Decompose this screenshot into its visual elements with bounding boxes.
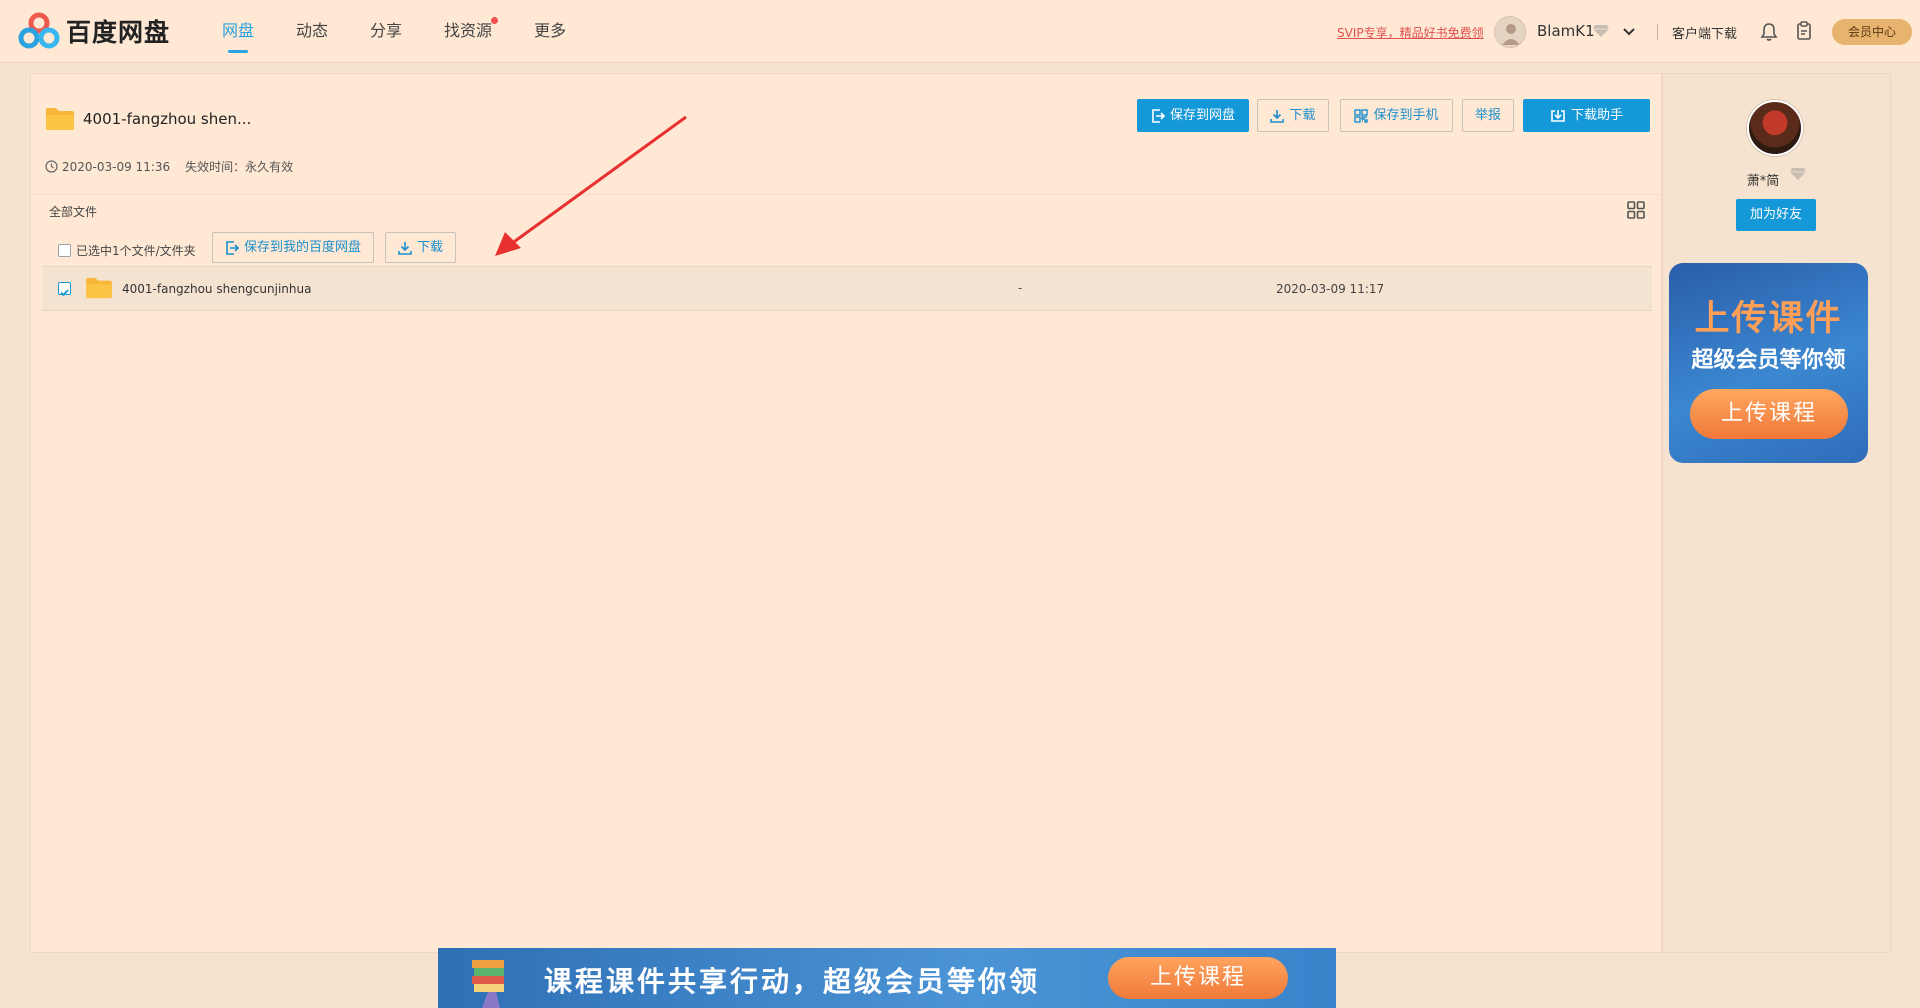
member-center-button[interactable]: 会员中心 [1832, 19, 1912, 45]
check-icon [60, 289, 69, 297]
ad-title: 上传课件 [1694, 299, 1843, 339]
notification-dot [491, 17, 499, 24]
select-all-checkbox[interactable]: 已选中1个文件/文件夹 [58, 242, 196, 259]
save-to-pan-button[interactable]: 保存到网盘 [1137, 99, 1249, 132]
save-icon [226, 240, 239, 255]
diamond-icon [1790, 168, 1806, 180]
nav-item-feed[interactable]: 动态 [296, 0, 328, 63]
qr-code-icon [1354, 108, 1369, 123]
share-panel: 4001-fangzhou shen... 2020-03-09 11:36 失… [30, 73, 1663, 1008]
user-avatar-icon [1502, 24, 1520, 45]
report-button[interactable]: 举报 [1462, 99, 1514, 132]
download-helper-button[interactable]: 下载助手 [1523, 99, 1650, 132]
svip-promo-link[interactable]: SVIP专享，精品好书免费领 [1337, 24, 1484, 41]
folder-icon [46, 108, 74, 130]
clipboard-icon[interactable] [1795, 21, 1813, 41]
ad-subtitle: 超级会员等你领 [1691, 348, 1846, 373]
client-download-link[interactable]: 客户端下载 [1672, 23, 1737, 42]
download-icon [398, 241, 412, 255]
selection-count-label: 已选中1个文件/文件夹 [76, 244, 196, 258]
download-button[interactable]: 下载 [385, 232, 456, 263]
nav-item-find-resources[interactable]: 找资源 [444, 0, 499, 63]
share-expire-time: 失效时间：永久有效 [185, 160, 294, 174]
save-icon [1152, 108, 1165, 123]
share-meta: 2020-03-09 11:36 失效时间：永久有效 [45, 158, 293, 175]
divider [31, 194, 1663, 195]
bottom-ad-banner[interactable]: 课程课件共享行动，超级会员等你领 上传课程 [438, 948, 1336, 1008]
grid-view-icon[interactable] [1627, 201, 1645, 219]
sharer-avatar[interactable] [1747, 100, 1803, 156]
save-to-my-pan-button[interactable]: 保存到我的百度网盘 [212, 232, 374, 263]
side-ad-card[interactable]: 上传课件 超级会员等你领 上传课程 [1669, 263, 1868, 463]
folder-icon [86, 277, 112, 299]
nav-item-share[interactable]: 分享 [370, 0, 402, 63]
file-date: 2020-03-09 11:17 [1276, 282, 1385, 296]
save-to-phone-button[interactable]: 保存到手机 [1340, 99, 1453, 132]
row-checkbox[interactable] [58, 282, 71, 297]
nav-item-more[interactable]: 更多 [534, 0, 566, 63]
upload-course-button[interactable]: 上传课程 [1108, 957, 1288, 999]
download-helper-icon [1551, 109, 1565, 122]
file-size: - [1018, 281, 1023, 295]
download-icon [1270, 109, 1285, 123]
baidu-pan-logo-icon [18, 12, 60, 49]
bell-icon[interactable] [1760, 22, 1778, 42]
ad-upload-button[interactable]: 上传课程 [1690, 389, 1848, 439]
file-toolbar: 已选中1个文件/文件夹 保存到我的百度网盘 下载 [31, 231, 1663, 267]
file-name[interactable]: 4001-fangzhou shengcunjinhua [122, 282, 311, 296]
logo-text: 百度网盘 [66, 18, 171, 47]
diamond-icon [1593, 25, 1609, 37]
checkbox-icon [58, 244, 71, 257]
breadcrumb[interactable]: 全部文件 [49, 203, 97, 220]
nav-item-netdisk[interactable]: 网盘 [222, 0, 254, 63]
divider [1657, 24, 1658, 40]
red-arrow-annotation [495, 115, 687, 256]
chevron-down-icon[interactable] [1621, 24, 1637, 40]
share-title: 4001-fangzhou shen... [83, 110, 252, 128]
add-friend-button[interactable]: 加为好友 [1736, 199, 1816, 231]
username[interactable]: BlamK1 [1537, 22, 1595, 40]
clock-icon [45, 160, 58, 173]
books-icon [472, 960, 504, 1008]
sharer-name: 萧*简 [1746, 174, 1780, 189]
logo[interactable]: 百度网盘 [18, 12, 170, 50]
top-bar: 百度网盘 网盘 动态 分享 找资源 更多 SVIP专享，精品好书免费领 Blam… [0, 0, 1920, 63]
main-nav: 网盘 动态 分享 找资源 更多 [222, 0, 608, 63]
user-avatar[interactable] [1494, 16, 1526, 48]
sharer-sidebar: 萧*简 加为好友 上传课件 超级会员等你领 上传课程 [1662, 73, 1891, 953]
download-button-top[interactable]: 下载 [1257, 99, 1329, 132]
file-row[interactable]: 4001-fangzhou shengcunjinhua - 2020-03-0… [42, 266, 1652, 311]
share-created-time: 2020-03-09 11:36 [62, 159, 171, 174]
bottom-banner-text: 课程课件共享行动，超级会员等你领 [544, 965, 1041, 998]
